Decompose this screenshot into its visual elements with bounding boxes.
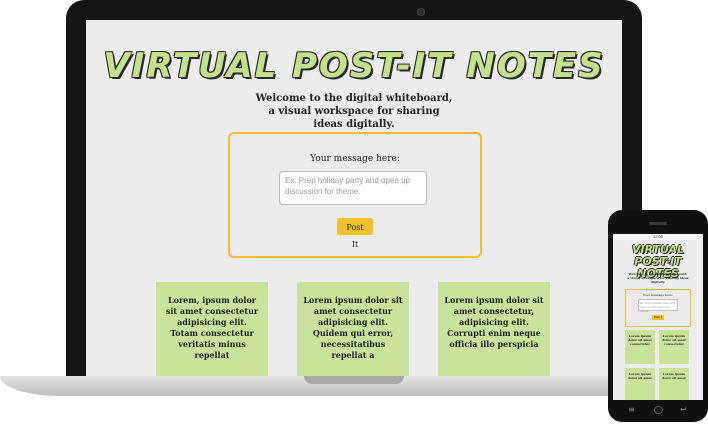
phone-message-form: Your message here: Ex. Prep holiday part…: [625, 289, 691, 327]
note-text: Lorem ipsum dolor sit amet consectetur a…: [303, 295, 403, 360]
phone-note-text: Lorem ipsum dolor sit amet consectetur: [628, 334, 652, 346]
phone-nav-bar: ≡ ◯ ↩: [608, 402, 708, 418]
back-icon[interactable]: ↩: [680, 402, 687, 418]
status-bar-time: 12:00: [613, 234, 703, 240]
intro-text: Welcome to the digital whiteboard, a vis…: [255, 93, 453, 130]
phone-message-input[interactable]: Ex. Prep holiday party and open up discu…: [638, 299, 678, 313]
message-label: Your message here:: [310, 154, 400, 164]
laptop-notch: [304, 376, 404, 384]
phone-note-card: Lorem ipsum dolor sit amet: [625, 368, 655, 400]
phone-note-card: Lorem ipsum dolor sit amet consectetur: [659, 330, 689, 364]
phone-message-label: Your message here:: [643, 293, 673, 297]
note-text: Lorem ipsum dolor sit amet consectetur, …: [444, 295, 544, 349]
home-icon[interactable]: ◯: [654, 402, 663, 418]
note-card: Lorem ipsum dolor sit amet consectetur, …: [438, 282, 550, 376]
note-text: Lorem, ipsum dolor sit amet consectetur …: [165, 295, 259, 360]
phone-note-text: Lorem ipsum dolor sit amet: [662, 372, 686, 380]
post-it-button[interactable]: Post It: [337, 218, 373, 249]
phone-screen: 12:00 VIRTUAL POST-IT NOTES Welcome to t…: [613, 234, 703, 400]
laptop-screen: VIRTUAL POST-IT NOTES Welcome to the dig…: [86, 20, 622, 376]
camera-icon: [417, 8, 425, 16]
phone-intro-text: Welcome to the digital whiteboard, a vis…: [627, 272, 689, 284]
note-card: Lorem ipsum dolor sit amet consectetur a…: [297, 282, 409, 376]
phone-device: 12:00 VIRTUAL POST-IT NOTES Welcome to t…: [608, 210, 708, 422]
message-input[interactable]: Ex. Prep holiday party and open up discu…: [279, 171, 427, 205]
message-form: Your message here: Ex. Prep holiday part…: [228, 132, 482, 258]
phone-note-card: Lorem ipsum dolor sit amet consectetur: [625, 330, 655, 364]
phone-post-it-button[interactable]: Post It: [652, 315, 664, 320]
phone-speaker: [649, 222, 667, 225]
page-title: VIRTUAL POST-IT NOTES: [103, 46, 605, 86]
phone-note-text: Lorem ipsum dolor sit amet consectetur: [662, 334, 686, 346]
phone-note-text: Lorem ipsum dolor sit amet: [628, 372, 652, 380]
note-card: Lorem, ipsum dolor sit amet consectetur …: [156, 282, 268, 376]
recent-apps-icon[interactable]: ≡: [628, 402, 635, 418]
phone-note-card: Lorem ipsum dolor sit amet: [659, 368, 689, 400]
